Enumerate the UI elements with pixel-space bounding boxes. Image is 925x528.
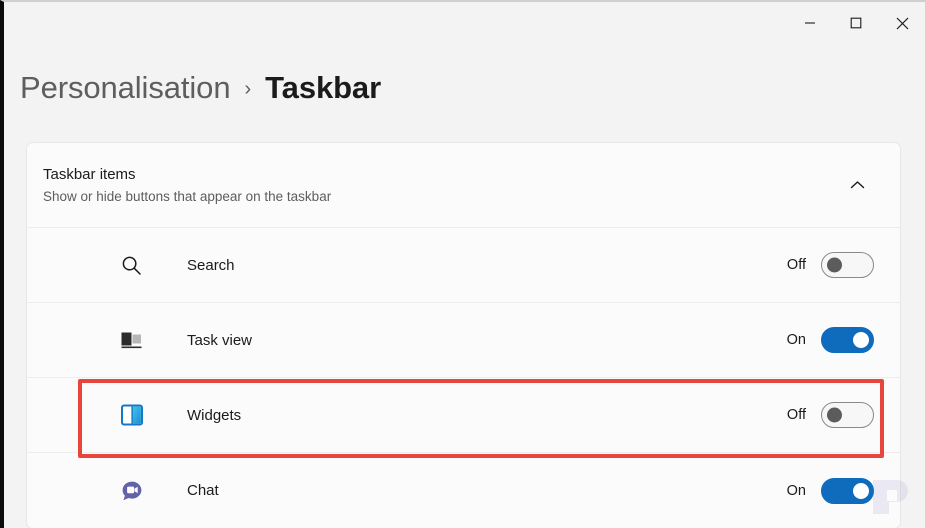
toggle-state-label: Off — [786, 407, 806, 423]
search-icon — [122, 256, 141, 275]
settings-window: Personalisation › Taskbar Taskbar items … — [0, 0, 925, 528]
task-view-icon-wrap — [43, 330, 165, 350]
widgets-toggle[interactable] — [821, 402, 874, 428]
taskbar-item-label: Search — [187, 256, 235, 274]
taskbar-items-list: Search Off Task view On Widgets Off Chat… — [27, 227, 900, 528]
chat-icon — [122, 481, 142, 500]
toggle-knob — [853, 332, 869, 348]
chat-icon-wrap — [43, 480, 165, 502]
toggle-state-label: Off — [786, 257, 806, 273]
expand-collapse-button[interactable] — [840, 168, 874, 202]
toggle-knob — [853, 482, 869, 499]
title-bar — [4, 2, 925, 44]
maximize-button[interactable] — [833, 2, 879, 44]
minimize-icon — [805, 22, 815, 24]
card-header-text: Taskbar items Show or hide buttons that … — [43, 165, 840, 206]
widgets-icon-wrap — [43, 404, 165, 426]
toggle-state-label: On — [786, 482, 806, 499]
p-logo-icon — [873, 480, 908, 514]
taskbar-item-label: Chat — [187, 482, 219, 499]
chevron-up-icon — [850, 181, 864, 189]
taskbar-item-row-task-view[interactable]: Task view On — [27, 303, 900, 378]
task-view-toggle[interactable] — [821, 327, 874, 353]
page-title: Taskbar — [265, 70, 382, 105]
toggle-knob — [827, 257, 842, 273]
maximize-icon — [850, 17, 862, 29]
taskbar-items-card: Taskbar items Show or hide buttons that … — [26, 142, 901, 528]
taskbar-item-label: Task view — [187, 331, 253, 349]
breadcrumb-parent-link[interactable]: Personalisation — [20, 70, 231, 106]
taskbar-item-row-widgets[interactable]: Widgets Off — [27, 378, 900, 453]
taskbar-item-row-search[interactable]: Search Off — [27, 228, 900, 303]
task-view-icon — [121, 332, 142, 349]
minimize-button[interactable] — [787, 2, 833, 44]
toggle-state-label: On — [786, 332, 806, 348]
taskbar-item-row-chat[interactable]: Chat On — [27, 453, 900, 528]
search-icon-wrap — [43, 255, 165, 276]
card-header[interactable]: Taskbar items Show or hide buttons that … — [27, 143, 900, 227]
chat-toggle[interactable] — [821, 477, 874, 504]
toggle-knob — [827, 407, 842, 423]
breadcrumb: Personalisation › Taskbar — [20, 70, 381, 106]
close-button[interactable] — [879, 2, 925, 44]
widgets-icon — [121, 404, 143, 426]
card-subtitle: Show or hide buttons that appear on the … — [43, 188, 332, 204]
taskbar-item-label: Widgets — [187, 406, 242, 424]
close-icon — [896, 17, 908, 29]
breadcrumb-separator-icon: › — [244, 78, 252, 100]
card-title: Taskbar items — [43, 165, 136, 183]
search-toggle[interactable] — [821, 252, 874, 278]
